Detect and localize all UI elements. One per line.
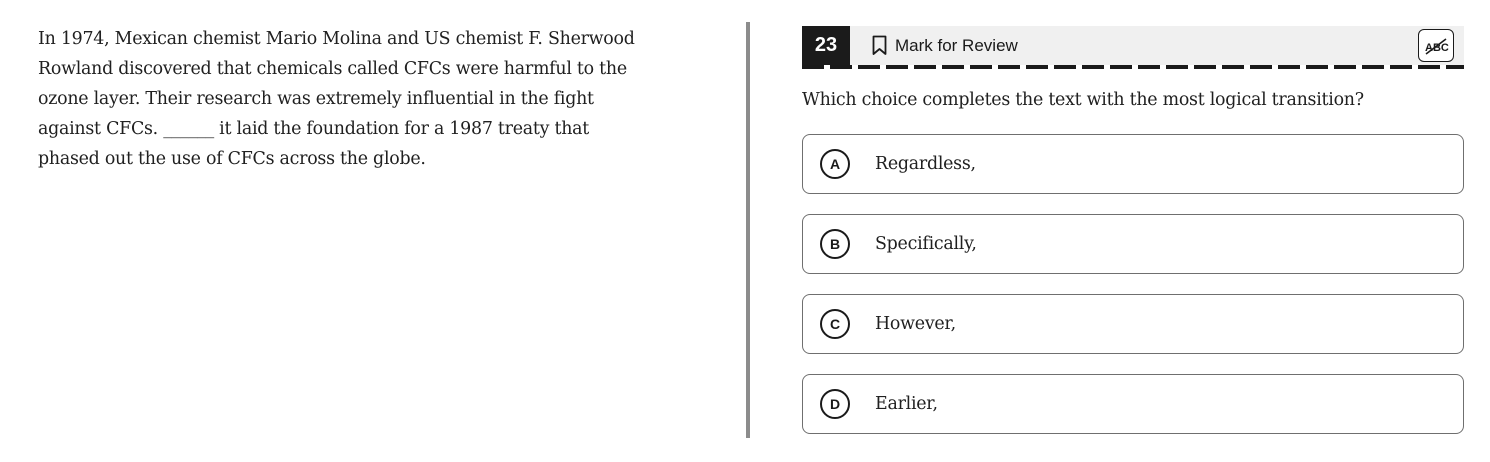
answer-eliminator-button[interactable]: ABC [1418, 29, 1454, 62]
passage-line: against CFCs. ______ it laid the foundat… [38, 119, 590, 139]
answer-option-a[interactable]: A Regardless, [802, 134, 1464, 194]
answer-option-d[interactable]: D Earlier, [802, 374, 1464, 434]
mark-for-review-label: Mark for Review [895, 35, 1018, 55]
answer-option-b[interactable]: B Specifically, [802, 214, 1464, 274]
answer-option-c[interactable]: C However, [802, 294, 1464, 354]
mark-for-review-button[interactable]: Mark for Review [872, 26, 1018, 65]
option-letter-b: B [820, 229, 850, 259]
passage-text: In 1974, Mexican chemist Mario Molina an… [38, 24, 698, 174]
option-text-a: Regardless, [875, 154, 976, 174]
question-number: 23 [802, 26, 850, 65]
header-dashed-rule [802, 65, 1464, 69]
option-letter-a: A [820, 149, 850, 179]
option-letter-d: D [820, 389, 850, 419]
pane-divider[interactable] [746, 22, 750, 438]
question-header: 23 Mark for Review ABC [802, 26, 1464, 65]
abc-strikethrough-icon: ABC [1425, 37, 1449, 55]
option-text-c: However, [875, 314, 956, 334]
option-text-b: Specifically, [875, 234, 977, 254]
passage-line: phased out the use of CFCs across the gl… [38, 149, 426, 169]
passage-line: Rowland discovered that chemicals called… [38, 59, 627, 79]
option-text-d: Earlier, [875, 394, 938, 414]
passage-line: In 1974, Mexican chemist Mario Molina an… [38, 29, 635, 49]
option-letter-c: C [820, 309, 850, 339]
passage-line: ozone layer. Their research was extremel… [38, 89, 594, 109]
question-prompt: Which choice completes the text with the… [802, 90, 1364, 110]
bookmark-icon [872, 35, 887, 55]
